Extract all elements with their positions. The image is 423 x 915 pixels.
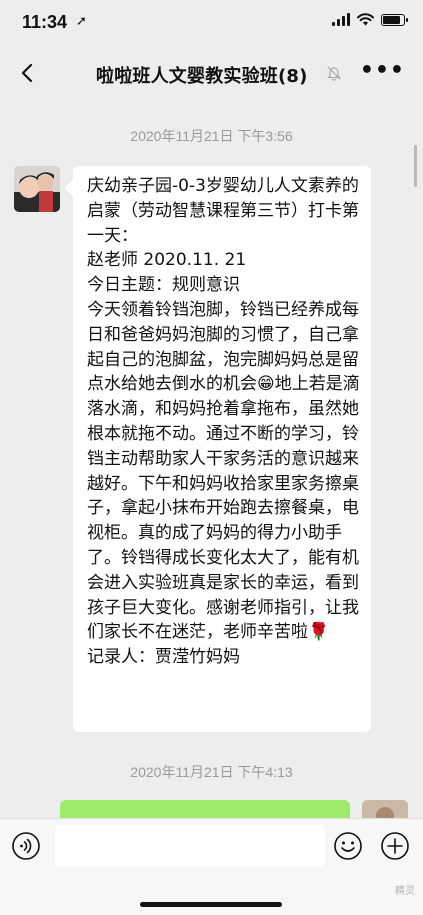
scrollbar[interactable] (414, 145, 417, 187)
back-arrow-icon[interactable] (14, 58, 42, 88)
add-plus-icon[interactable] (380, 831, 410, 861)
input-bar: 精灵 (0, 818, 423, 915)
status-bar: 11:34 ➚ (0, 0, 423, 44)
mute-bell-icon (327, 66, 341, 81)
emoji-icon[interactable] (333, 831, 363, 861)
outgoing-message-bubble[interactable] (60, 800, 350, 818)
voice-icon[interactable] (11, 831, 41, 861)
chat-header: 啦啦班人文婴教实验班(8) ••• (0, 48, 423, 100)
message-text: 庆幼亲子园-0-3岁婴幼儿人文素养的启蒙（劳动智慧课程第三节）打卡第一天： 赵老… (87, 176, 360, 668)
message-timestamp: 2020年11月21日 下午4:13 (130, 764, 293, 780)
battery-icon (381, 13, 408, 26)
message-bubble[interactable]: 庆幼亲子园-0-3岁婴幼儿人文素养的启蒙（劳动智慧课程第三节）打卡第一天： 赵老… (73, 166, 371, 732)
status-time: 11:34 (22, 12, 68, 32)
home-indicator (140, 902, 282, 907)
avatar[interactable] (362, 800, 408, 818)
avatar[interactable] (14, 166, 60, 212)
message-timestamp: 2020年11月21日 下午3:56 (130, 128, 293, 144)
wifi-icon (357, 13, 374, 26)
chat-title: 啦啦班人文婴教实验班(8) (96, 66, 308, 87)
more-options-button[interactable]: ••• (360, 58, 405, 83)
status-icons (332, 13, 408, 26)
watermark: 精灵 (395, 886, 415, 897)
message-input[interactable] (55, 825, 325, 867)
location-icon: ➚ (76, 14, 87, 29)
signal-icon (332, 13, 350, 26)
